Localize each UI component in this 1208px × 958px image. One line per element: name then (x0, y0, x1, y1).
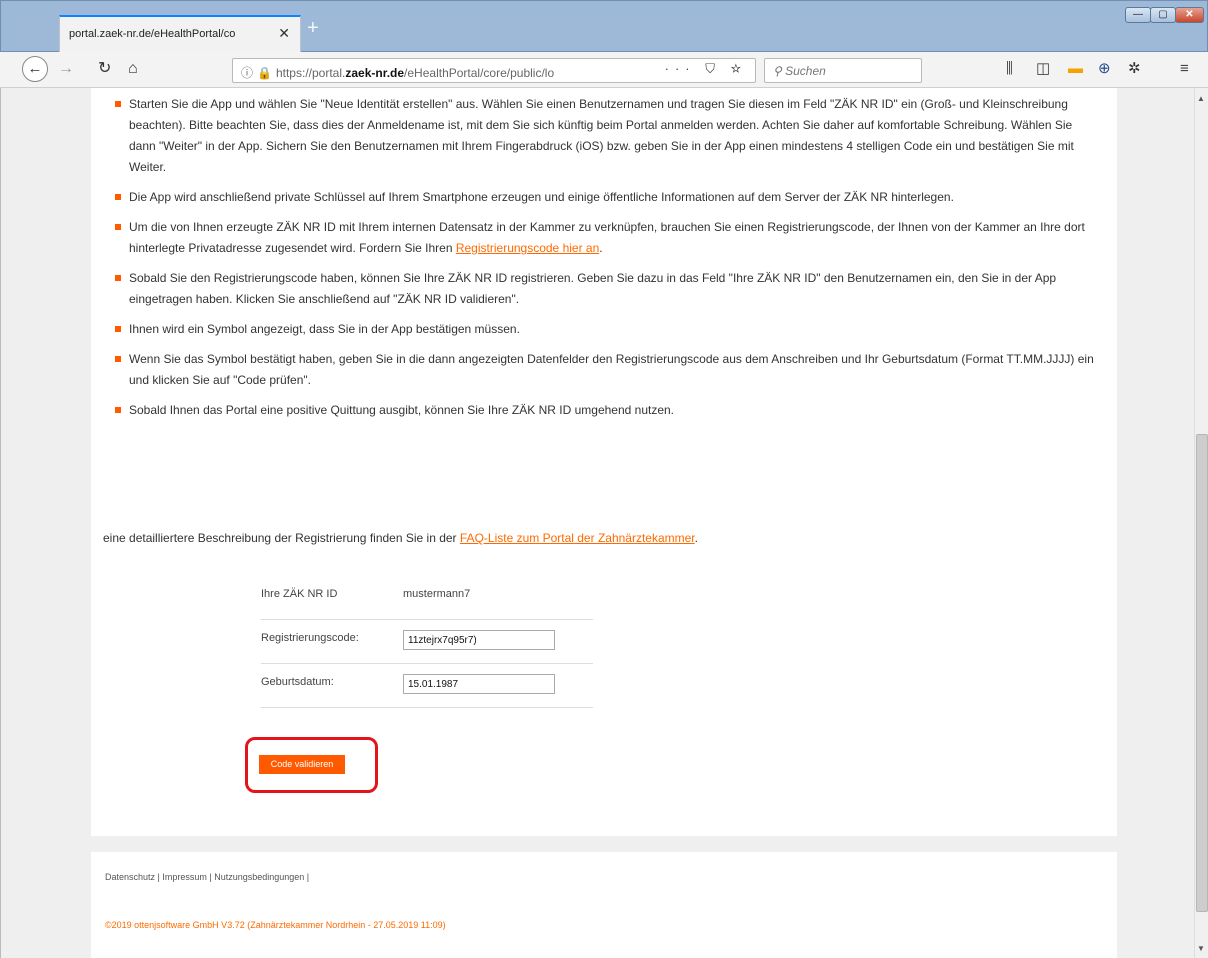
window-close-button[interactable]: ✕ (1175, 7, 1204, 23)
birth-label: Geburtsdatum: (261, 676, 334, 688)
info-icon[interactable]: ⓘ (241, 66, 253, 80)
list-item: Starten Sie die App und wählen Sie "Neue… (109, 94, 1099, 178)
page-viewport: Starten Sie die App und wählen Sie "Neue… (0, 88, 1194, 958)
faq-link[interactable]: FAQ-Liste zum Portal der Zahnärztekammer (460, 531, 695, 545)
browser-tab[interactable]: portal.zaek-nr.de/eHealthPortal/co ✕ (59, 15, 301, 53)
code-label: Registrierungscode: (261, 632, 359, 644)
id-label: Ihre ZÄK NR ID (261, 588, 338, 600)
bullet-icon (115, 407, 121, 413)
content-panel: Starten Sie die App und wählen Sie "Neue… (91, 88, 1117, 836)
highlight-annotation (245, 737, 378, 793)
url-path: /eHealthPortal/core/public/lo (404, 66, 555, 80)
sidebar-icon[interactable]: ◫ (1036, 60, 1050, 78)
url-domain: zaek-nr.de (345, 66, 405, 80)
form-row-birth: Geburtsdatum: (261, 664, 593, 708)
list-item: Sobald Ihnen das Portal eine positive Qu… (109, 400, 1099, 421)
menu-icon[interactable]: ≡ (1180, 60, 1189, 78)
bullet-icon (115, 194, 121, 200)
back-icon[interactable]: ← (22, 56, 48, 82)
forward-icon[interactable]: → (58, 59, 74, 79)
list-item: Ihnen wird ein Symbol angezeigt, dass Si… (109, 319, 1099, 340)
vertical-scrollbar[interactable]: ▲ ▼ (1194, 88, 1208, 958)
registration-code-input[interactable] (403, 630, 555, 650)
url-prefix: https://portal. (275, 66, 346, 80)
request-code-link[interactable]: Registrierungscode hier an (456, 241, 599, 255)
bullet-icon (115, 275, 121, 281)
form-row-id: Ihre ZÄK NR ID mustermann7 (261, 576, 593, 620)
bullet-icon (115, 224, 121, 230)
reload-icon[interactable]: ↻ (98, 59, 111, 79)
list-item: Um die von Ihnen erzeugte ZÄK NR ID mit … (109, 217, 1099, 259)
extension-icon[interactable]: ✲ (1128, 60, 1141, 78)
form-row-code: Registrierungscode: (261, 620, 593, 664)
registration-form: Ihre ZÄK NR ID mustermann7 Registrierung… (261, 576, 593, 708)
page-actions-icon[interactable]: ··· ⛉ ☆ (665, 61, 747, 77)
url-bar[interactable]: ⓘ 🔒 https://portal.zaek-nr.de/eHealthPorta… (232, 58, 756, 83)
tab-title: portal.zaek-nr.de/eHealthPortal/co (69, 28, 236, 41)
new-tab-icon[interactable]: + (307, 17, 319, 40)
scroll-down-icon[interactable]: ▼ (1197, 944, 1205, 953)
list-item: Wenn Sie das Symbol bestätigt haben, geb… (109, 349, 1099, 391)
copyright: ©2019 ottenjsoftware GmbH V3.72 (Zahnärz… (105, 920, 446, 930)
navigation-toolbar: ← → ↻ ⌂ ⓘ 🔒 https://portal.zaek-nr.de/eHea… (0, 52, 1208, 88)
faq-intro: eine detailliertere Beschreibung der Reg… (103, 531, 698, 545)
search-placeholder: Suchen (785, 64, 826, 78)
birthdate-input[interactable] (403, 674, 555, 694)
scrollbar-thumb[interactable] (1196, 434, 1208, 912)
window-titlebar: portal.zaek-nr.de/eHealthPortal/co ✕ + —… (0, 0, 1208, 53)
id-value: mustermann7 (403, 588, 471, 600)
footer-links[interactable]: Datenschutz | Impressum | Nutzungsbeding… (105, 872, 309, 882)
minimize-button[interactable]: — (1125, 7, 1151, 23)
maximize-button[interactable]: ▢ (1150, 7, 1176, 23)
search-input[interactable]: ⚲ Suchen (764, 58, 922, 83)
extension-icon[interactable]: ⊕ (1098, 60, 1111, 78)
scroll-up-icon[interactable]: ▲ (1197, 94, 1205, 103)
extension-icon[interactable]: ▬ (1068, 60, 1083, 78)
bullet-icon (115, 356, 121, 362)
bullet-icon (115, 101, 121, 107)
close-icon[interactable]: ✕ (278, 25, 290, 42)
list-item: Die App wird anschließend private Schlüs… (109, 187, 1099, 208)
instruction-list: Starten Sie die App und wählen Sie "Neue… (109, 94, 1099, 430)
bullet-icon (115, 326, 121, 332)
list-item: Sobald Sie den Registrierungscode haben,… (109, 268, 1099, 310)
footer: Datenschutz | Impressum | Nutzungsbeding… (91, 852, 1117, 958)
search-icon: ⚲ (773, 64, 786, 78)
lock-icon: 🔒 (257, 66, 272, 80)
home-icon[interactable]: ⌂ (128, 59, 138, 79)
library-icon[interactable]: ⫼ (1006, 60, 1013, 78)
